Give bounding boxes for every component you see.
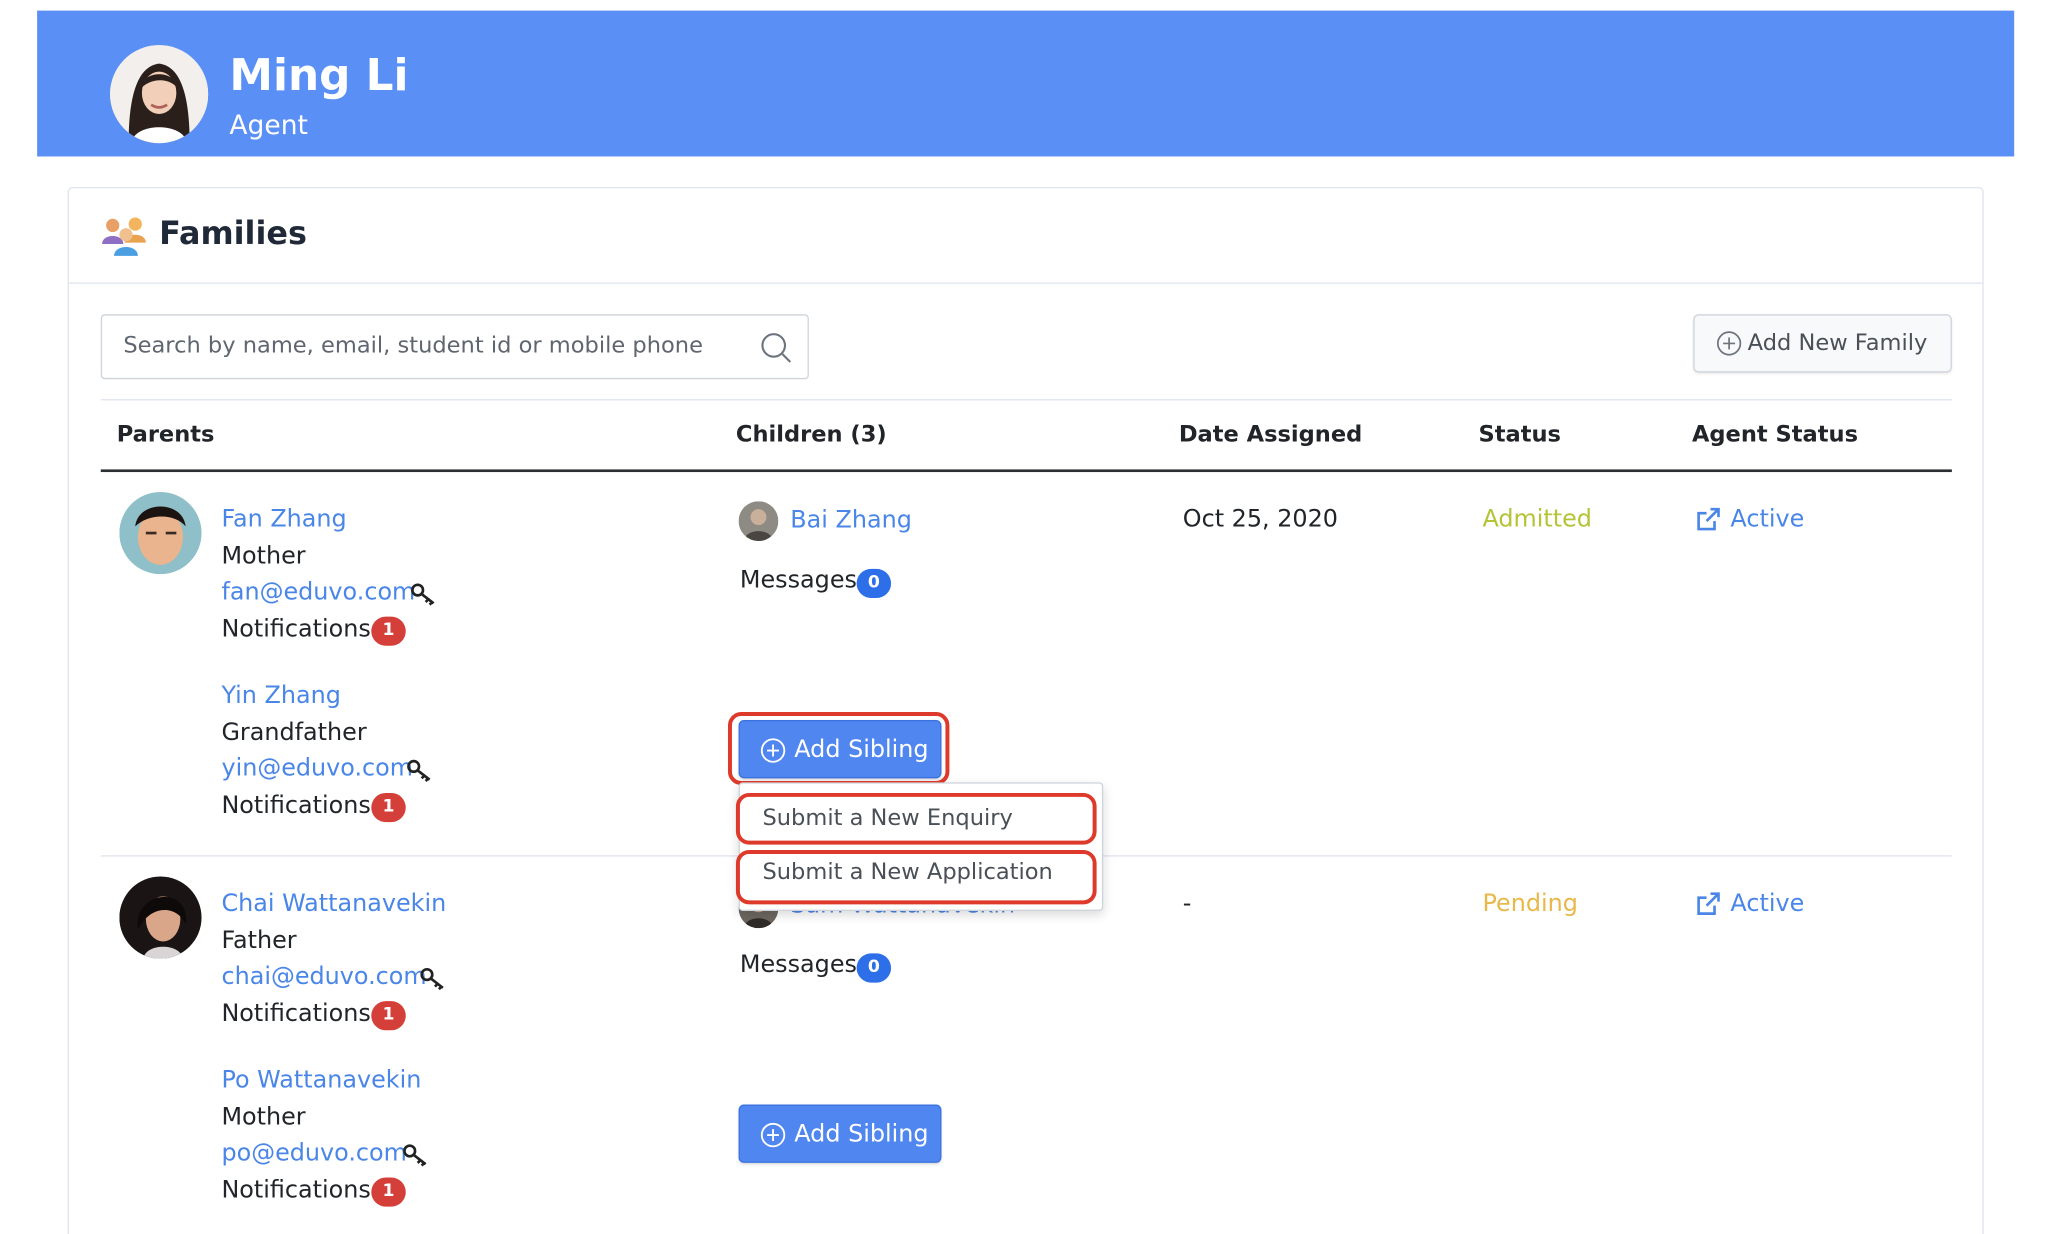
add-new-family-label: Add New Family: [1747, 330, 1928, 357]
highlight-outline: [727, 712, 950, 785]
date-assigned: -: [1182, 889, 1192, 918]
external-link-icon[interactable]: [1695, 507, 1722, 534]
divider: [100, 399, 1952, 401]
profile-header: Ming Li Agent: [37, 10, 2015, 157]
parent-email-link[interactable]: yin@eduvo.com: [221, 754, 413, 782]
parent-relation: Mother: [221, 542, 306, 571]
child-name-link[interactable]: Bai Zhang: [790, 507, 912, 535]
notifications-badge[interactable]: 1: [371, 1177, 406, 1207]
add-sibling-button[interactable]: Add Sibling: [738, 1104, 942, 1163]
card-header: Families: [68, 188, 1983, 284]
notifications-label: Notifications: [221, 1176, 371, 1205]
table-header-divider: [100, 469, 1952, 473]
notifications-badge[interactable]: 1: [371, 616, 406, 646]
notifications-label: Notifications: [221, 999, 371, 1028]
plus-circle-icon: [760, 1122, 786, 1148]
column-header-children: Children (3): [735, 421, 887, 449]
section-title: Families: [159, 214, 307, 252]
column-header-agent-status: Agent Status: [1691, 421, 1858, 449]
page: Ming Li Agent Families Search by name, e…: [0, 0, 2054, 1234]
highlight-outline: [735, 792, 1097, 845]
agent-status-link[interactable]: Active: [1730, 505, 1804, 533]
search-placeholder: Search by name, email, student id or mob…: [123, 332, 703, 360]
messages-label: Messages: [739, 566, 857, 595]
parent-email-link[interactable]: chai@eduvo.com: [221, 963, 426, 991]
parent-name-link[interactable]: Fan Zhang: [221, 505, 346, 533]
families-card: Families Search by name, email, student …: [67, 186, 1984, 1234]
add-sibling-label: Add Sibling: [794, 1120, 929, 1149]
avatar: [119, 491, 202, 575]
status-badge: Pending: [1482, 889, 1578, 918]
key-icon[interactable]: [403, 1143, 430, 1167]
families-icon: [102, 217, 146, 256]
status-badge: Admitted: [1482, 505, 1592, 534]
parent-email-link[interactable]: fan@eduvo.com: [221, 578, 415, 606]
notifications-label: Notifications: [221, 791, 371, 820]
add-new-family-button[interactable]: Add New Family: [1693, 314, 1952, 373]
highlight-outline: [735, 849, 1097, 905]
parent-relation: Father: [221, 926, 297, 955]
parent-name-link[interactable]: Po Wattanavekin: [221, 1066, 421, 1094]
key-icon[interactable]: [407, 758, 434, 782]
key-icon[interactable]: [411, 582, 438, 606]
avatar: [110, 45, 209, 144]
messages-badge[interactable]: 0: [856, 953, 892, 983]
search-input[interactable]: Search by name, email, student id or mob…: [100, 314, 809, 380]
plus-circle-icon: [1716, 331, 1742, 356]
parent-name-link[interactable]: Chai Wattanavekin: [221, 890, 446, 918]
parent-name-link[interactable]: Yin Zhang: [221, 682, 340, 710]
user-role: Agent: [229, 108, 308, 141]
user-name: Ming Li: [229, 49, 409, 101]
external-link-icon[interactable]: [1695, 891, 1722, 918]
column-header-status: Status: [1478, 421, 1561, 449]
notifications-badge[interactable]: 1: [371, 792, 406, 823]
avatar: [119, 876, 202, 959]
notifications-label: Notifications: [221, 615, 371, 644]
parent-relation: Mother: [221, 1103, 306, 1132]
agent-status-link[interactable]: Active: [1730, 890, 1804, 918]
messages-badge[interactable]: 0: [856, 568, 892, 599]
column-header-date-assigned: Date Assigned: [1178, 421, 1363, 449]
parent-relation: Grandfather: [221, 718, 367, 747]
notifications-badge[interactable]: 1: [371, 1001, 406, 1031]
key-icon[interactable]: [420, 967, 447, 991]
parent-email-link[interactable]: po@eduvo.com: [221, 1139, 406, 1167]
column-header-parents: Parents: [116, 421, 215, 449]
search-icon[interactable]: [760, 332, 793, 365]
child-avatar: [738, 501, 779, 542]
messages-label: Messages: [739, 950, 857, 979]
date-assigned: Oct 25, 2020: [1182, 505, 1338, 534]
